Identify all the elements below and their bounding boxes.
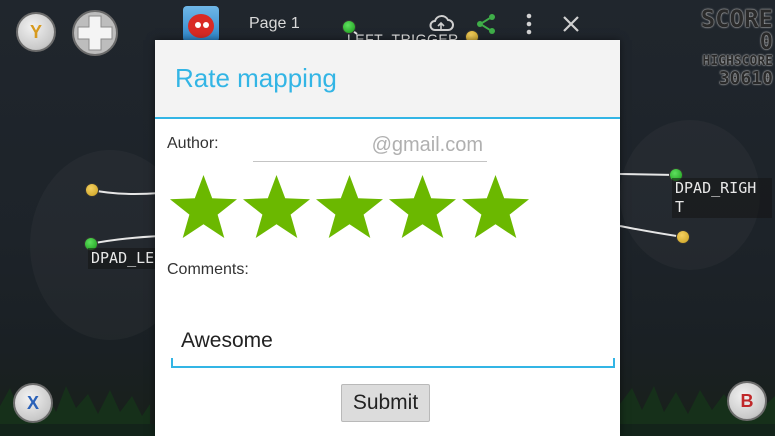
mapping-dot[interactable]	[85, 183, 99, 197]
author-label: Author:	[167, 135, 219, 152]
star-icon[interactable]	[459, 172, 532, 240]
field-edge	[613, 358, 615, 368]
star-icon[interactable]	[386, 172, 459, 240]
page-label[interactable]: Page 1	[249, 15, 300, 33]
cloud-icon[interactable]	[427, 10, 455, 38]
menu-icon[interactable]	[515, 10, 543, 38]
submit-button[interactable]: Submit	[341, 384, 430, 422]
close-icon[interactable]	[557, 10, 585, 38]
field-edge	[171, 358, 173, 368]
comments-label: Comments:	[167, 261, 249, 278]
app-icon[interactable]	[183, 6, 219, 42]
dpad-right-mapping-label[interactable]: DPAD_RIGH T	[672, 178, 772, 218]
star-icon[interactable]	[240, 172, 313, 240]
dpad-left-mapping-label[interactable]: DPAD_LE	[88, 248, 158, 269]
score-title: SCORE	[700, 5, 773, 33]
b-button-icon[interactable]: B	[727, 381, 767, 421]
rate-mapping-dialog: Rate mapping Author: Comments: Submit	[155, 40, 620, 436]
comments-field[interactable]	[171, 316, 615, 368]
y-button-icon[interactable]: Y	[16, 12, 56, 52]
author-field[interactable]	[253, 130, 487, 162]
score-value: 0	[759, 30, 773, 55]
dialog-header: Rate mapping	[155, 40, 620, 119]
x-button-icon[interactable]: X	[13, 383, 53, 423]
star-icon[interactable]	[167, 172, 240, 240]
mapping-dot[interactable]	[676, 230, 690, 244]
highscore-value: 30610	[718, 68, 773, 89]
score-panel: SCORE 0 HIGHSCORE 30610	[701, 6, 773, 88]
share-icon[interactable]	[472, 10, 500, 38]
dialog-title: Rate mapping	[175, 63, 337, 93]
rating-stars[interactable]	[167, 172, 532, 240]
dpad-icon[interactable]	[72, 10, 118, 56]
star-icon[interactable]	[313, 172, 386, 240]
